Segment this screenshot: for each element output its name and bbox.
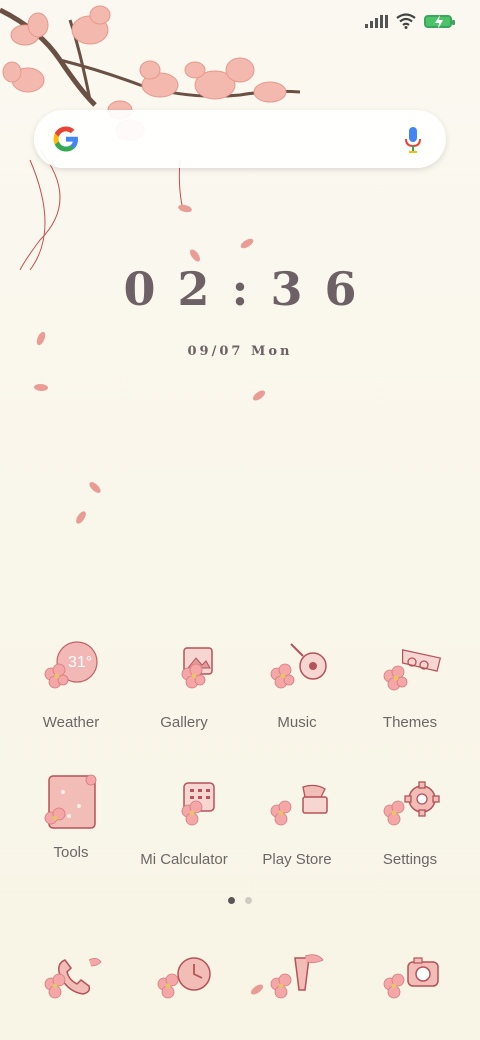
page-dot[interactable] (245, 897, 252, 904)
app-music[interactable]: Music (241, 640, 353, 731)
browser-icon (265, 950, 329, 1014)
messages-icon (152, 950, 216, 1014)
music-icon (265, 640, 329, 704)
clock-time[interactable]: 02:36 (0, 262, 480, 316)
app-label: Tools (53, 844, 89, 861)
signal-icon (365, 14, 388, 28)
battery-icon (424, 14, 455, 29)
themes-icon (378, 640, 442, 704)
camera-icon (378, 950, 442, 1014)
app-themes[interactable]: Themes (354, 640, 466, 731)
app-settings[interactable]: Settings (354, 777, 466, 868)
app-label: Themes (382, 714, 438, 731)
google-logo-icon (53, 126, 78, 152)
phone-icon (39, 950, 103, 1014)
clock-date[interactable]: 09/07 Mon (0, 344, 480, 359)
petal-decoration (73, 509, 89, 526)
page-dot-active[interactable] (228, 897, 235, 904)
google-search-bar[interactable] (34, 110, 446, 168)
app-mi-calculator[interactable]: Mi Calculator (128, 777, 240, 868)
app-label: Weather (42, 714, 100, 731)
status-bar (365, 10, 455, 32)
tools-icon (39, 772, 103, 832)
page-indicator[interactable] (0, 897, 480, 904)
app-label: Play Store (262, 851, 332, 868)
gallery-icon (152, 640, 216, 704)
play-store-icon (265, 777, 329, 841)
dock-phone[interactable] (15, 950, 127, 1014)
weather-icon: 31° (39, 640, 103, 704)
app-label: Settings (382, 851, 438, 868)
petal-decoration (33, 382, 49, 393)
app-gallery[interactable]: Gallery (128, 640, 240, 731)
settings-icon (378, 777, 442, 841)
mic-icon[interactable] (404, 126, 422, 154)
app-label: Music (277, 714, 317, 731)
dock-messages[interactable] (128, 950, 240, 1014)
app-play-store[interactable]: Play Store (241, 777, 353, 868)
app-label: Mi Calculator (140, 851, 228, 868)
wifi-icon (396, 13, 416, 29)
petal-decoration (87, 479, 103, 496)
app-label: Gallery (160, 714, 208, 731)
weather-temp: 31° (68, 654, 93, 671)
dock-browser[interactable] (241, 950, 353, 1014)
petal-decoration (251, 388, 267, 403)
calculator-icon (152, 777, 216, 841)
app-weather[interactable]: 31° Weather (15, 640, 127, 731)
app-tools[interactable]: Tools (15, 772, 127, 861)
dock-camera[interactable] (354, 950, 466, 1014)
